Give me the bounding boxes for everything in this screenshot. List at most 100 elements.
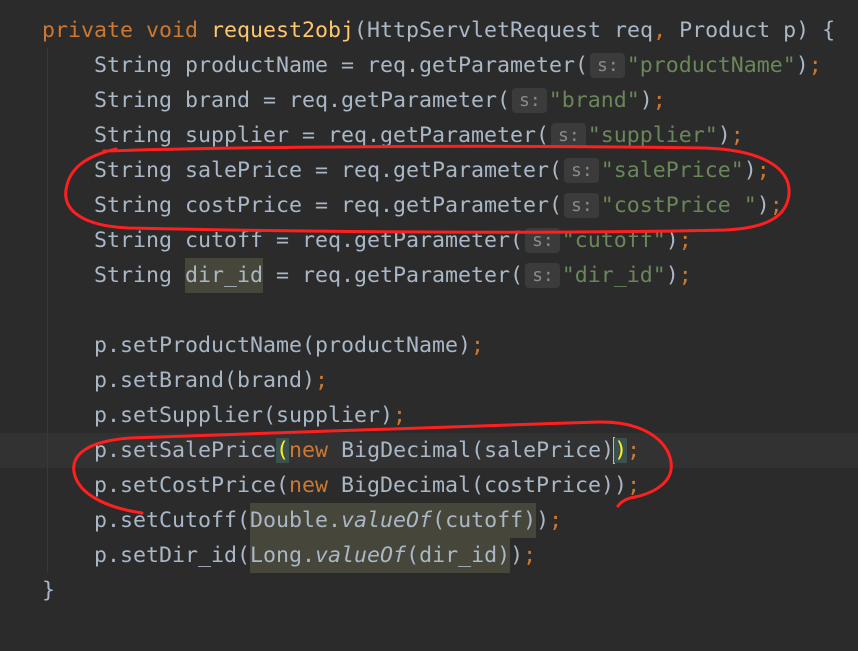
string-literal-token[interactable]: "supplier" (588, 123, 718, 148)
code-line[interactable] (0, 293, 858, 328)
code-token[interactable]: ) (796, 53, 809, 78)
code-token[interactable]: (HttpServletRequest req (354, 18, 653, 43)
code-token[interactable]: ) (744, 158, 757, 183)
code-token[interactable]: String salePrice = req.getParameter( (94, 158, 562, 183)
static-method-call-token[interactable]: valueOf (341, 503, 433, 538)
punctuation-token[interactable]: ; (627, 473, 640, 498)
code-line[interactable]: String cutoff = req.getParameter(s: "cuto… (0, 223, 858, 258)
code-token[interactable]: ) (666, 263, 679, 288)
code-token[interactable]: String productName = req.getParameter( (94, 53, 588, 78)
code-token[interactable]: ( (276, 438, 290, 463)
keyword-token[interactable]: new (289, 438, 328, 463)
string-literal-token[interactable]: "salePrice" (601, 158, 744, 183)
code-line[interactable]: String salePrice = req.getParameter(s: "s… (0, 153, 858, 188)
parameter-hint: s: (512, 88, 547, 113)
parameter-hint: s: (590, 53, 625, 78)
punctuation-token[interactable]: ; (471, 333, 484, 358)
code-token[interactable]: p.setDir_id( (94, 543, 250, 568)
code-editor[interactable]: private void request2obj(HttpServletRequ… (0, 0, 858, 651)
code-line[interactable]: String dir_id = req.getParameter(s: "dir_… (0, 258, 858, 293)
code-line[interactable]: String supplier = req.getParameter(s: "su… (0, 118, 858, 153)
code-token[interactable]: p.setSalePrice (94, 438, 276, 463)
punctuation-token[interactable]: ; (549, 508, 562, 533)
code-token[interactable]: Long. (250, 538, 316, 573)
code-line[interactable]: String productName = req.getParameter(s:… (0, 48, 858, 83)
string-literal-token[interactable]: "productName" (627, 53, 796, 78)
parameter-hint: s: (564, 193, 599, 218)
code-token[interactable]: dir_id (185, 258, 264, 293)
code-token[interactable]: Product p) { (666, 18, 835, 43)
code-token[interactable]: ) (666, 228, 679, 253)
parameter-hint: s: (525, 263, 560, 288)
punctuation-token[interactable]: ; (627, 438, 640, 463)
code-line[interactable]: p.setCutoff(Double.valueOf(cutoff)); (0, 503, 858, 538)
code-area[interactable]: private void request2obj(HttpServletRequ… (0, 13, 858, 608)
punctuation-token[interactable]: ; (653, 88, 666, 113)
string-literal-token[interactable]: "brand" (549, 88, 640, 113)
code-token[interactable]: ) (757, 193, 770, 218)
code-line[interactable]: private void request2obj(HttpServletRequ… (0, 13, 858, 48)
string-literal-token[interactable]: "cutoff" (562, 228, 666, 253)
punctuation-token[interactable]: ; (731, 123, 744, 148)
keyword-token[interactable]: void (146, 18, 211, 43)
code-token[interactable]: String costPrice = req.getParameter( (94, 193, 562, 218)
code-line[interactable]: p.setBrand(brand); (0, 363, 858, 398)
code-token[interactable]: (cutoff) (432, 503, 537, 538)
punctuation-token[interactable]: ; (809, 53, 822, 78)
code-token[interactable]: ) (614, 438, 628, 463)
code-line[interactable]: } (0, 573, 858, 608)
code-token[interactable]: p.setBrand(brand) (94, 368, 315, 393)
code-line[interactable]: p.setCostPrice(new BigDecimal(costPrice)… (0, 468, 858, 503)
indent-guide (47, 48, 48, 573)
string-literal-token[interactable]: "costPrice " (601, 193, 757, 218)
punctuation-token[interactable]: ; (770, 193, 783, 218)
punctuation-token[interactable]: ; (679, 263, 692, 288)
code-token[interactable]: p.setCostPrice( (94, 473, 289, 498)
keyword-token[interactable]: new (289, 473, 328, 498)
code-token[interactable]: BigDecimal(salePrice) (328, 438, 614, 463)
parameter-hint: s: (564, 158, 599, 183)
code-token[interactable]: Double. (250, 503, 342, 538)
code-token[interactable]: ) (640, 88, 653, 113)
code-token[interactable]: } (42, 578, 55, 603)
code-token[interactable]: p.setSupplier(supplier) (94, 403, 393, 428)
code-line[interactable]: p.setDir_id(Long.valueOf(dir_id)); (0, 538, 858, 573)
code-token[interactable]: (dir_id) (406, 538, 511, 573)
code-token[interactable]: String supplier = req.getParameter( (94, 123, 549, 148)
code-token[interactable]: p.setProductName(productName) (94, 333, 471, 358)
code-line[interactable]: String costPrice = req.getParameter(s: "c… (0, 188, 858, 223)
static-method-call-token[interactable]: valueOf (315, 538, 407, 573)
code-token[interactable]: = req.getParameter( (263, 263, 523, 288)
code-token[interactable]: ) (536, 508, 549, 533)
code-token[interactable]: String brand = req.getParameter( (94, 88, 510, 113)
code-line[interactable]: p.setSupplier(supplier); (0, 398, 858, 433)
code-token[interactable]: String cutoff = req.getParameter( (94, 228, 523, 253)
code-token[interactable]: ) (510, 543, 523, 568)
method-name-token[interactable]: request2obj (211, 18, 354, 43)
code-token[interactable]: String (94, 263, 185, 288)
punctuation-token[interactable]: ; (523, 543, 536, 568)
punctuation-token[interactable]: ; (679, 228, 692, 253)
code-line[interactable]: String brand = req.getParameter(s: "brand… (0, 83, 858, 118)
keyword-token[interactable]: private (42, 18, 146, 43)
code-token[interactable]: p.setCutoff( (94, 508, 250, 533)
code-token[interactable]: BigDecimal(costPrice)) (328, 473, 627, 498)
string-literal-token[interactable]: "dir_id" (562, 263, 666, 288)
punctuation-token[interactable]: ; (757, 158, 770, 183)
punctuation-token[interactable]: , (653, 18, 666, 43)
code-line[interactable]: p.setProductName(productName); (0, 328, 858, 363)
code-token[interactable]: ) (718, 123, 731, 148)
punctuation-token[interactable]: ; (393, 403, 406, 428)
punctuation-token[interactable]: ; (315, 368, 328, 393)
code-line-current[interactable]: p.setSalePrice(new BigDecimal(salePrice)… (0, 433, 858, 468)
